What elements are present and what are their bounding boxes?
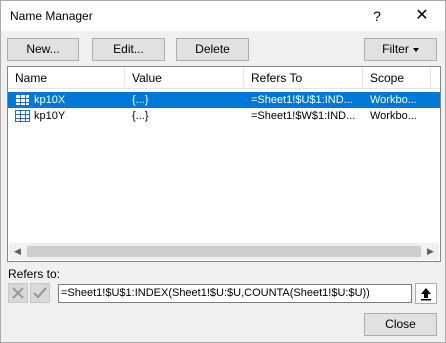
close-button[interactable]: Close [364,313,437,336]
close-window-button[interactable]: ✕ [399,1,445,31]
edit-button-label: Edit... [113,42,144,56]
window-title: Name Manager [10,9,93,23]
collapse-dialog-button[interactable] [415,283,437,304]
cancel-edit-button[interactable] [8,283,28,303]
named-range-icon [15,94,30,106]
delete-button-label: Delete [195,42,230,56]
filter-button[interactable]: Filter [364,38,437,61]
column-header-value[interactable]: Value [125,67,244,89]
column-header-refers-to[interactable]: Refers To [244,67,363,89]
item-refers-to: =Sheet1!$W$1:IND... [251,110,356,122]
named-range-icon [15,110,30,122]
horizontal-scrollbar[interactable]: ◀ ▶ [9,243,439,260]
names-list[interactable]: Name Value Refers To Scope kp10X {...} =… [7,66,441,262]
scroll-right-icon[interactable]: ▶ [422,243,439,260]
item-value: {...} [132,110,149,122]
cancel-x-icon [12,287,24,299]
refers-to-input[interactable]: =Sheet1!$U$1:INDEX(Sheet1!$U:$U,COUNTA(S… [58,284,412,303]
scrollbar-thumb[interactable] [27,246,421,257]
item-refers-to: =Sheet1!$U$1:IND... [251,94,353,106]
help-button[interactable]: ? [357,1,397,31]
collapse-arrow-icon [421,288,431,301]
dropdown-caret-icon [412,47,419,52]
list-header: Name Value Refers To Scope [8,67,440,89]
item-name: kp10X [34,94,66,106]
close-button-label: Close [385,317,416,331]
scroll-left-icon[interactable]: ◀ [9,243,26,260]
name-manager-dialog: Name Manager ? ✕ New... Edit... Delete F… [0,0,446,343]
item-name: kp10Y [34,110,66,122]
list-item[interactable]: kp10X {...} =Sheet1!$U$1:IND... Workbo..… [8,92,440,108]
confirm-edit-button[interactable] [30,283,50,303]
edit-button[interactable]: Edit... [92,38,165,61]
refers-to-label: Refers to: [8,267,61,281]
filter-button-label: Filter [382,42,409,56]
list-item[interactable]: kp10Y {...} =Sheet1!$W$1:IND... Workbo..… [8,108,440,124]
item-value: {...} [132,94,149,106]
new-button-label: New... [26,42,60,56]
column-header-scope[interactable]: Scope [363,67,431,89]
item-scope: Workbo... [370,94,417,106]
column-header-name[interactable]: Name [8,67,125,89]
delete-button[interactable]: Delete [176,38,249,61]
item-scope: Workbo... [370,110,417,122]
confirm-check-icon [33,287,47,299]
new-button[interactable]: New... [7,38,79,61]
title-bar: Name Manager ? ✕ [1,1,445,31]
